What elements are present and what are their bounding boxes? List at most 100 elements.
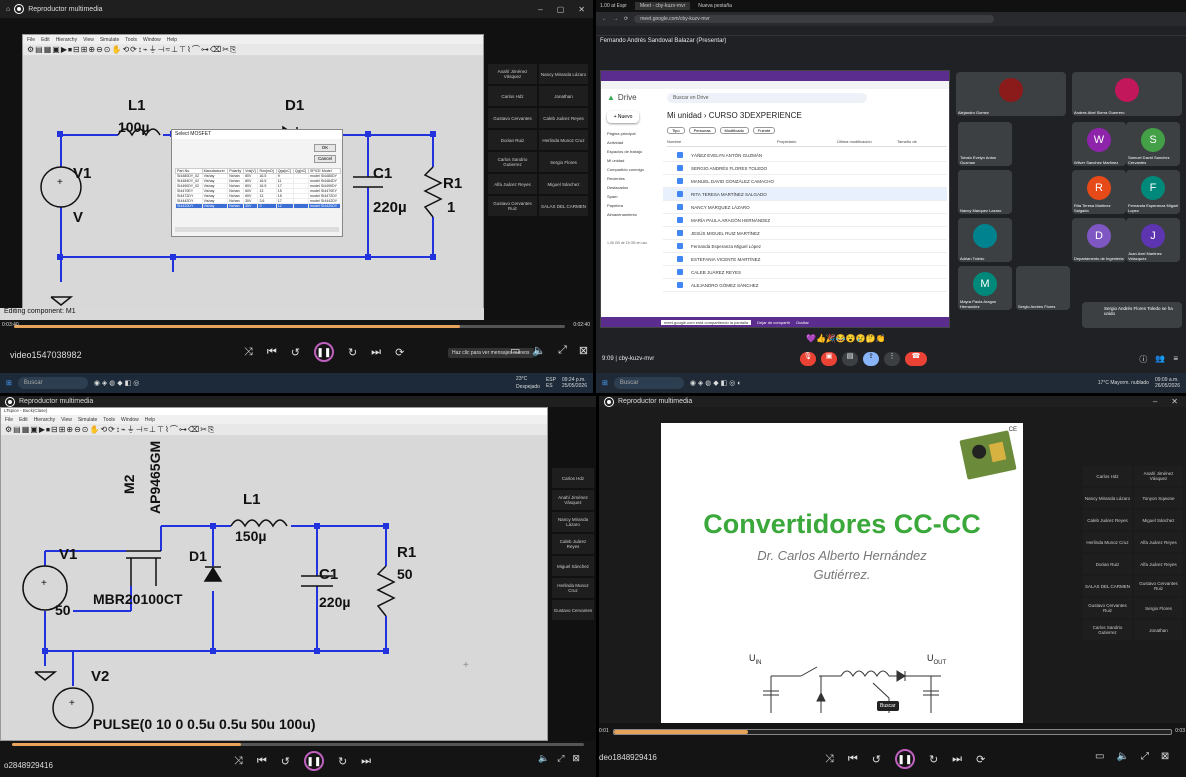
participant-tile[interactable]: Caleb Juárez Reyes bbox=[539, 108, 588, 128]
toolbar[interactable]: ⚙▤▦▣▶⏹⊟⊞⊕⊖⊙✋⟲⟳↕⌁⏚⊣≈⊥⊤⌇⌒⊶⌫✂⎘ bbox=[23, 44, 483, 55]
participant-tile[interactable]: M Mayra Paola Aragon Hernandez bbox=[958, 266, 1012, 310]
file-row[interactable]: JESÚS MIGUEL RUIZ MARTÍNEZ bbox=[663, 227, 947, 240]
file-row[interactable]: ESTEFANIA VICENTE MARTÍNEZ bbox=[663, 253, 947, 266]
menu-view[interactable]: View bbox=[83, 37, 94, 43]
volume-icon[interactable]: 🔈 bbox=[1116, 751, 1128, 762]
participant-tile[interactable]: Miguel Sánchez bbox=[552, 556, 594, 576]
menu-file[interactable]: File bbox=[27, 37, 35, 43]
taskbar-apps-icon[interactable]: ◉ ◈ ◍ ◆ ◧ ◎ ◐ bbox=[690, 379, 742, 387]
tab-1[interactable]: 1.00 at Espr bbox=[600, 3, 627, 9]
participant-tile[interactable]: Gustavo Cervantes Ruiz bbox=[1134, 576, 1183, 596]
participant-tile[interactable]: Carlos Sandrio Gutierrez bbox=[488, 152, 537, 172]
captions-icon[interactable]: ▤ bbox=[842, 352, 858, 366]
captions-icon[interactable]: ▭ bbox=[510, 344, 520, 357]
file-row[interactable]: ALEJANDRO GÓMEZ SÁNCHEZ bbox=[663, 279, 947, 292]
breadcrumb-folder[interactable]: CURSO 3DEXPERIENCE bbox=[709, 111, 802, 120]
new-button[interactable]: + Nuevo bbox=[607, 111, 639, 123]
participant-tile[interactable]: W Wilver Sanchez Martinez bbox=[1072, 122, 1126, 166]
participant-tile[interactable]: Anahí Jiménez Vásquez bbox=[1134, 466, 1183, 486]
fullscreen-icon[interactable]: ⤢ bbox=[557, 753, 564, 764]
file-row[interactable]: SERGIO ANDRÉS FLORES TOLEDO bbox=[663, 162, 947, 175]
reload-icon[interactable]: ⟳ bbox=[624, 16, 628, 22]
drive-nav-item[interactable]: Mi unidad bbox=[607, 156, 663, 165]
participant-tile[interactable]: Anahí Jiménez Vásquez bbox=[552, 490, 594, 510]
dialog-scrollbar[interactable] bbox=[175, 227, 339, 232]
back-icon[interactable]: ← bbox=[602, 16, 607, 22]
participant-tile[interactable]: Gustavo Cervantes Ruiz bbox=[1083, 598, 1132, 618]
present-icon[interactable]: ⇪ bbox=[863, 352, 879, 366]
participant-tile[interactable]: Gustavo Cervantes bbox=[488, 108, 537, 128]
participant-tile[interactable]: Tobalo Evelyn Anton Guzman bbox=[958, 122, 1012, 166]
participant-tile[interactable]: Nancy Marquez Lazaro bbox=[958, 170, 1012, 214]
participant-tile[interactable]: Carlos Hdz bbox=[488, 86, 537, 106]
menu-simulate[interactable]: Simulate bbox=[100, 37, 119, 43]
filter-chip[interactable]: Fuente bbox=[752, 127, 776, 134]
forward-icon[interactable]: → bbox=[613, 16, 618, 22]
forward-icon[interactable]: ↻ bbox=[929, 753, 938, 766]
file-row[interactable]: MARÍA PAULA ARAGÓN HERNÁNDEZ bbox=[663, 214, 947, 227]
participant-tile[interactable]: Alfa Juárez Reyes bbox=[1134, 532, 1183, 552]
participant-tile[interactable]: Carlos Hdz bbox=[1083, 466, 1132, 486]
participant-tile[interactable]: Carlos Hdz bbox=[552, 468, 594, 488]
cancel-button[interactable]: Cancel bbox=[314, 155, 336, 163]
drive-nav-item[interactable]: Recientes bbox=[607, 174, 663, 183]
participant-tile[interactable]: Caleb Juárez Reyes bbox=[1083, 510, 1132, 530]
menu-hierarchy[interactable]: Hierarchy bbox=[34, 417, 55, 423]
next-icon[interactable]: ⏭ bbox=[361, 755, 371, 768]
more-icon[interactable]: ⊠ bbox=[1161, 751, 1169, 762]
reactions-bar[interactable]: 💜👍🎉😂😮😢🤔👏 bbox=[806, 334, 886, 343]
menu-help[interactable]: Help bbox=[167, 37, 177, 43]
participant-tile[interactable]: Alfa Juárez Reyes bbox=[488, 174, 537, 194]
file-row[interactable]: Fernanda Esperanza Miguel López bbox=[663, 240, 947, 253]
pause-button[interactable]: ❚❚ bbox=[313, 342, 334, 362]
ok-button[interactable]: OK bbox=[314, 144, 336, 152]
maximize-icon[interactable]: ▢ bbox=[557, 5, 565, 14]
participant-tile[interactable]: F Fernanda Esperanza Miguel Lopez bbox=[1126, 170, 1180, 214]
drive-search[interactable]: Buscar en Drive bbox=[667, 93, 867, 103]
participant-tile[interactable]: Jonathan bbox=[1134, 620, 1183, 640]
menu-help[interactable]: Help bbox=[145, 417, 155, 423]
tab-2[interactable]: Meet - cby-kuzv-mvr bbox=[634, 2, 691, 10]
mic-off-icon[interactable]: 🎙 bbox=[800, 352, 816, 366]
activities-icon[interactable]: ≡ bbox=[1173, 354, 1178, 365]
schematic-canvas[interactable]: + + + M2 AP9465GM L1 150µ D1 MBR20100CT … bbox=[1, 436, 547, 740]
col-size[interactable]: Tamaño de bbox=[897, 139, 917, 146]
tab-3[interactable]: Nueva pestaña bbox=[698, 3, 732, 9]
menu-edit[interactable]: Edit bbox=[41, 37, 50, 43]
repeat-icon[interactable]: ⟳ bbox=[976, 753, 985, 766]
participant-tile[interactable]: Andres Abel Sierra Guerrero bbox=[1072, 72, 1182, 116]
filter-chip[interactable]: Personas bbox=[688, 127, 716, 134]
rewind-icon[interactable]: ↺ bbox=[872, 753, 881, 766]
menu-tools[interactable]: Tools bbox=[125, 37, 137, 43]
close-icon[interactable]: ✕ bbox=[578, 5, 585, 14]
minimize-icon[interactable]: – bbox=[538, 5, 542, 14]
menu-file[interactable]: File bbox=[5, 417, 13, 423]
participant-tile[interactable]: J Juan Axel Martinez Velazquez bbox=[1126, 218, 1180, 262]
rewind-icon[interactable]: ↺ bbox=[281, 755, 290, 768]
mosfet-table[interactable]: Part No. Manufacturer Polarity Vds[V] Ron[mΩ… bbox=[175, 168, 341, 209]
participant-tile[interactable]: Herlinda Munoz Cruz bbox=[1083, 532, 1132, 552]
participant-tile[interactable]: Adrian Toledo bbox=[958, 218, 1012, 262]
participant-tile[interactable]: Sergio Andres Flores bbox=[1016, 266, 1070, 310]
seek-bar[interactable] bbox=[14, 325, 565, 328]
participant-tile[interactable]: Gustavo Cervantes Ruiz bbox=[488, 196, 537, 216]
participant-tile[interactable]: Jonathan bbox=[539, 86, 588, 106]
participant-tile[interactable]: Anahí Jiménez Vásquez bbox=[488, 64, 537, 84]
participant-tile[interactable]: Miguel Sánchez bbox=[539, 174, 588, 194]
file-row[interactable]: NANCY MÁRQUEZ LÁZARO bbox=[663, 201, 947, 214]
previous-icon[interactable]: ⏮ bbox=[257, 755, 267, 768]
start-icon[interactable]: ⊞ bbox=[602, 379, 608, 387]
info-icon[interactable]: ⓘ bbox=[1139, 354, 1147, 365]
fullscreen-icon[interactable]: ⤢ bbox=[558, 344, 567, 357]
participant-tile[interactable]: D Departamento de Ingenieria bbox=[1072, 218, 1126, 262]
participant-tile[interactable]: Alfa Juárez Reyes bbox=[1134, 554, 1183, 574]
volume-icon[interactable]: 🔈 bbox=[538, 753, 549, 764]
toolbar[interactable]: ⚙▤▦▣▶⏹⊟⊞⊕⊖⊙✋⟲⟳↕⌁⏚⊣≈⊥⊤⌇⌒⊶⌫✂⎘ bbox=[1, 424, 547, 435]
participant-tile[interactable]: Dorian Ruiz bbox=[1083, 554, 1132, 574]
shuffle-icon[interactable]: ⤨ bbox=[244, 346, 253, 359]
hang-up-icon[interactable]: ☎ bbox=[905, 352, 927, 366]
seek-bar[interactable] bbox=[613, 729, 1172, 735]
participant-tile[interactable]: Alejandro Gomez bbox=[956, 72, 1066, 116]
volume-icon[interactable]: 🔈 bbox=[532, 344, 546, 357]
file-row[interactable]: RITA TERESA MARTÍNEZ SALGADO bbox=[663, 188, 947, 201]
